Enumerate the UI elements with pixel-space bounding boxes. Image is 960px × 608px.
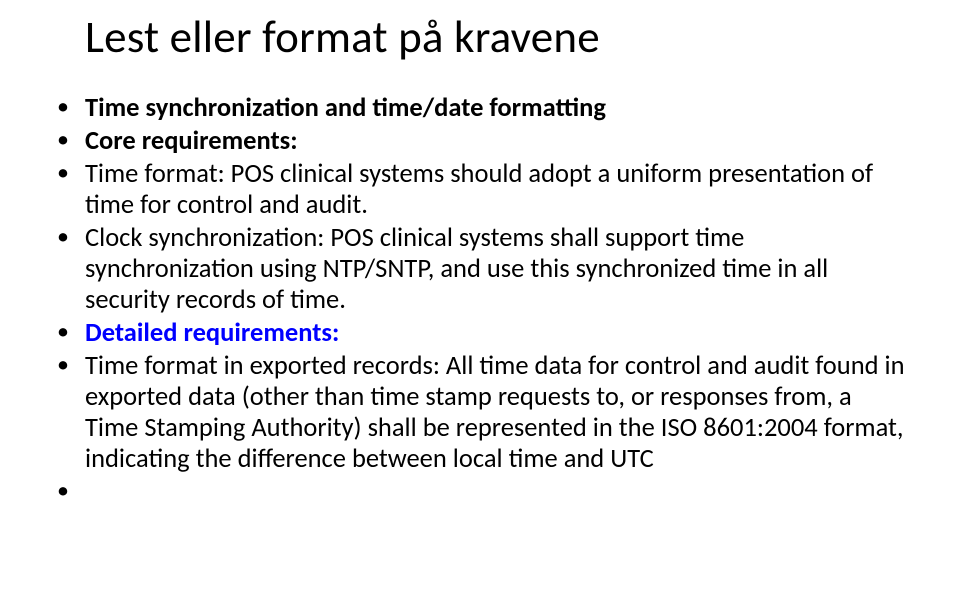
item-text: Detailed requirements: [85,317,339,349]
item-text: Core requirements: [85,125,298,157]
item-text: Time format: POS clinical systems should… [85,158,873,221]
list-item: Time format in exported records: All tim… [55,351,910,475]
list-item: Time format: POS clinical systems should… [55,159,910,221]
slide: Lest eller format på kravene Time synchr… [0,0,960,608]
item-text: Clock synchronization: POS clinical syst… [85,222,828,316]
item-text: Time format in exported records: All tim… [85,350,905,475]
bullet-list: Time synchronization and time/date forma… [55,93,910,475]
item-text: Time synchronization and time/date forma… [85,92,606,124]
list-item: Core requirements: [55,126,910,157]
list-item: Time synchronization and time/date forma… [55,93,910,124]
list-item: Detailed requirements: [55,318,910,349]
slide-title: Lest eller format på kravene [85,10,910,65]
list-item: Clock synchronization: POS clinical syst… [55,223,910,316]
